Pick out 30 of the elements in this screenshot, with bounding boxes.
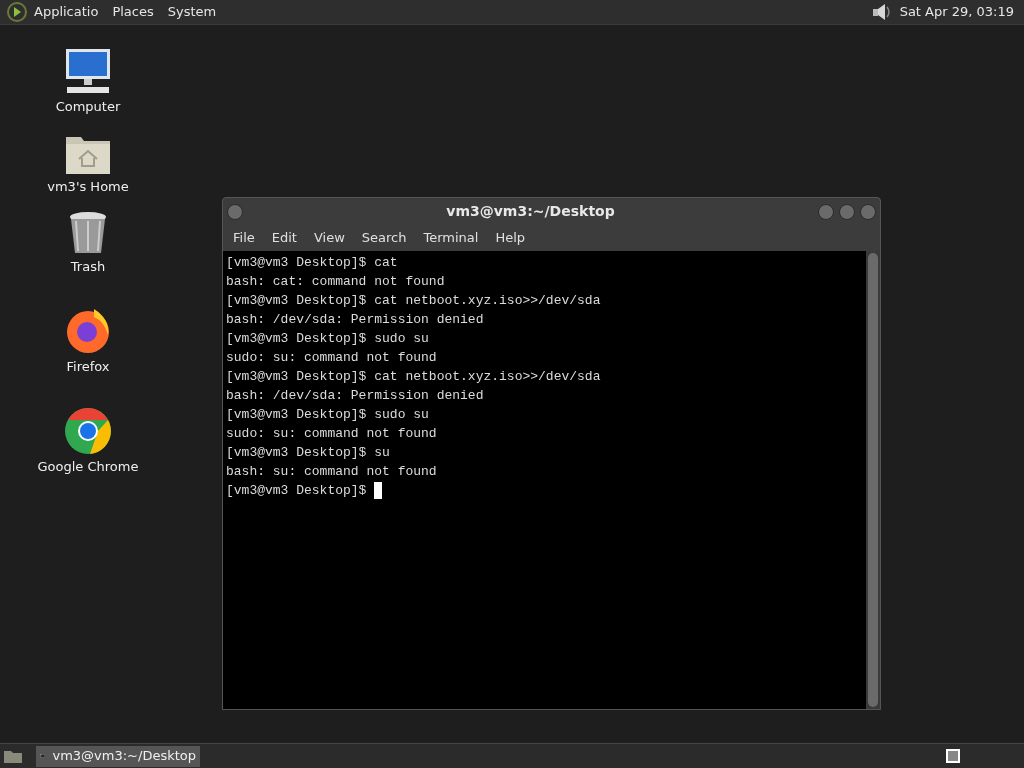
panel-menu[interactable]: Applicatio [34,2,99,22]
desktop-icon-label[interactable]: vm3's Home [47,177,129,197]
menu-item[interactable]: View [313,228,345,248]
window-menu-button[interactable] [227,203,243,220]
desktop-icon-label[interactable]: Google Chrome [37,457,139,477]
computer-icon[interactable] [64,47,112,95]
scrollbar[interactable] [866,251,880,709]
trash-icon[interactable] [68,211,108,255]
firefox-icon[interactable] [64,307,112,355]
workspace-switcher[interactable] [946,749,960,763]
menu-item[interactable]: Terminal [423,228,479,248]
desktop-icon-label[interactable]: Trash [70,257,106,277]
text-cursor [374,482,383,499]
menu-item[interactable]: Search [361,228,407,248]
taskbar-button[interactable]: vm3@vm3:~/Desktop [36,745,200,767]
home-folder-icon[interactable] [65,135,111,175]
panel-menu[interactable]: System [167,2,217,22]
menu-item[interactable]: Help [495,228,526,248]
panel-menu[interactable]: Places [112,2,154,22]
menu-item[interactable]: File [233,228,255,248]
menu-logo-icon[interactable] [6,1,28,23]
minimize-button[interactable] [818,203,834,220]
desktop-icon-label[interactable]: Computer [55,97,121,117]
desktop-icon-label[interactable]: Firefox [66,357,110,377]
menu-item[interactable]: Edit [271,228,297,248]
chrome-icon[interactable] [64,407,112,455]
clock[interactable]: Sat Apr 29, 03:19 [899,2,1014,22]
close-button[interactable] [860,203,876,220]
maximize-button[interactable] [839,203,855,220]
window-title: vm3@vm3:~/Desktop [445,202,616,221]
